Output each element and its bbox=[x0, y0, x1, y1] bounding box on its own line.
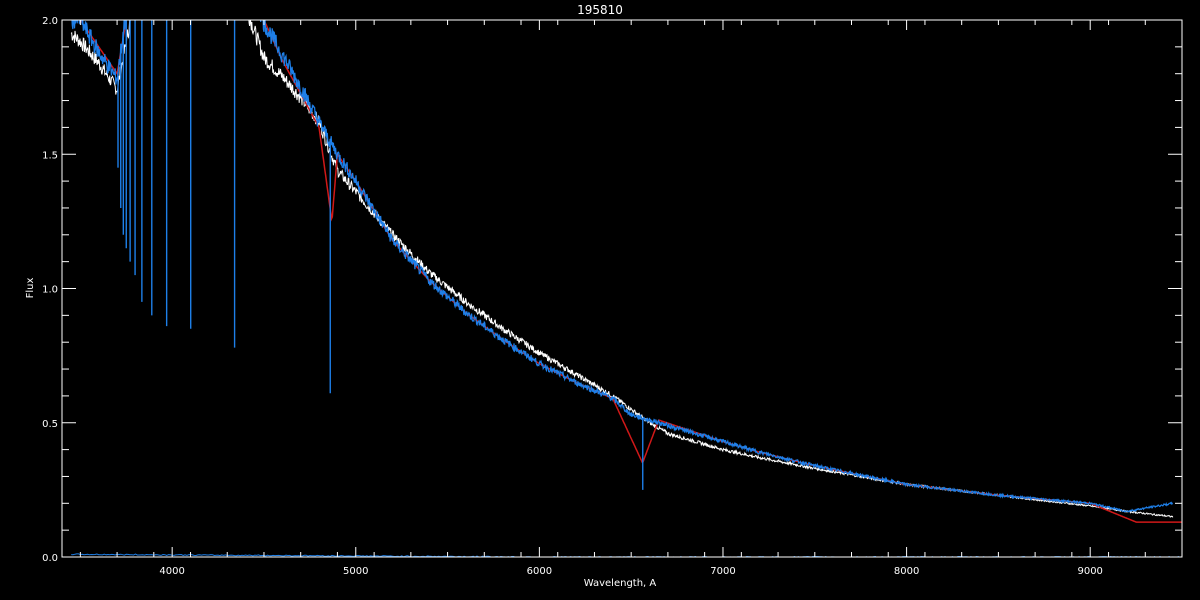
x-tick-label: 6000 bbox=[527, 566, 552, 577]
y-tick-label: 1.0 bbox=[42, 285, 58, 296]
x-tick-label: 9000 bbox=[1077, 566, 1102, 577]
x-tick-label: 7000 bbox=[710, 566, 735, 577]
x-tick-label: 5000 bbox=[343, 566, 368, 577]
chart-background bbox=[0, 0, 1200, 600]
y-axis-label: Flux bbox=[25, 278, 36, 299]
y-tick-label: 0.0 bbox=[42, 553, 58, 564]
chart-title: 195810 bbox=[577, 3, 623, 17]
y-tick-label: 0.5 bbox=[42, 419, 58, 430]
x-tick-label: 4000 bbox=[159, 566, 184, 577]
y-tick-label: 2.0 bbox=[42, 16, 58, 27]
x-tick-label: 8000 bbox=[894, 566, 919, 577]
y-tick-label: 1.5 bbox=[42, 150, 58, 161]
spectrum-chart: 195810 4000 5000 6000 7000 8000 9000 0.0 0.5 1.0… bbox=[0, 0, 1200, 600]
x-axis-label: Wavelength, A bbox=[584, 578, 657, 589]
